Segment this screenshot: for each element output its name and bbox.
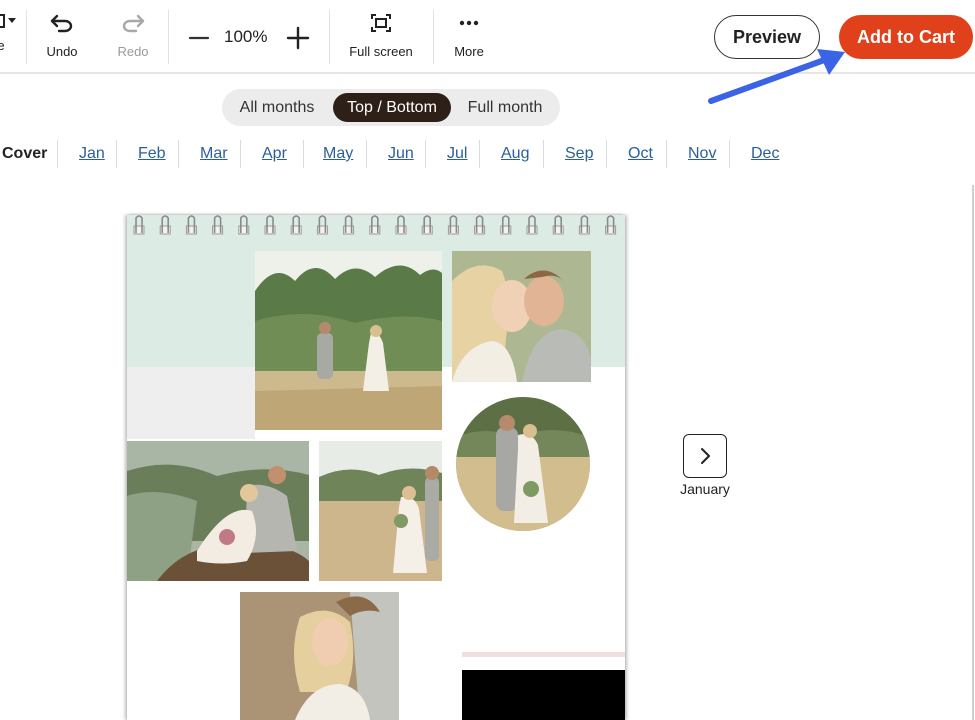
- next-page-button[interactable]: [683, 434, 727, 478]
- redo-button[interactable]: Redo: [108, 0, 158, 72]
- chevron-right-icon: [701, 448, 710, 464]
- plus-icon: [286, 26, 310, 50]
- toolbar-divider: [433, 10, 434, 64]
- month-tab-feb[interactable]: Feb: [138, 145, 166, 163]
- binding-ring: [316, 215, 328, 235]
- couple-closeup-photo-icon: [452, 251, 591, 382]
- zoom-in-button[interactable]: [285, 25, 311, 51]
- more-label: More: [454, 44, 484, 59]
- month-tab-may[interactable]: May: [323, 145, 353, 163]
- photo-slot[interactable]: [456, 397, 590, 531]
- month-divider: [729, 140, 730, 168]
- month-divider: [240, 140, 241, 168]
- binding-ring: [212, 215, 224, 235]
- month-divider: [425, 140, 426, 168]
- photo-slot[interactable]: [319, 441, 442, 581]
- couple-walking-photo-icon: [255, 251, 442, 430]
- month-divider: [57, 140, 58, 168]
- month-tab-cover[interactable]: Cover: [2, 145, 47, 163]
- fullscreen-label: Full screen: [349, 44, 413, 59]
- toolbar-divider: [329, 10, 330, 64]
- binding-ring: [290, 215, 302, 235]
- binding-ring: [500, 215, 512, 235]
- zoom-out-button[interactable]: [186, 26, 212, 50]
- view-option-full-month[interactable]: Full month: [458, 93, 552, 122]
- calendar-page-preview[interactable]: [127, 215, 625, 720]
- binding-ring: [447, 215, 459, 235]
- month-tab-jan[interactable]: Jan: [79, 145, 105, 163]
- binding-ring: [185, 215, 197, 235]
- spiral-binding: [133, 215, 617, 235]
- calendar-text-block: [462, 670, 625, 720]
- undo-label: Undo: [46, 44, 78, 59]
- couple-on-rocks-photo-icon: [127, 441, 309, 581]
- month-tab-dec[interactable]: Dec: [751, 145, 779, 163]
- grey-background-block: [127, 367, 255, 439]
- accent-strip: [462, 652, 625, 657]
- binding-ring: [578, 215, 590, 235]
- month-tab-aug[interactable]: Aug: [501, 145, 529, 163]
- fullscreen-button[interactable]: Full screen: [343, 0, 419, 72]
- binding-ring: [421, 215, 433, 235]
- couple-field-photo-icon: [319, 441, 442, 581]
- photo-slot[interactable]: [240, 592, 399, 720]
- month-divider: [116, 140, 117, 168]
- month-tab-nov[interactable]: Nov: [688, 145, 716, 163]
- canvas-scrollbar[interactable]: [972, 185, 974, 720]
- next-page-label: January: [680, 481, 730, 497]
- undo-icon: [49, 13, 75, 38]
- redo-icon: [120, 13, 146, 38]
- caret-down-icon: [0, 13, 17, 32]
- binding-ring: [526, 215, 538, 235]
- view-option-all-months[interactable]: All months: [228, 93, 326, 122]
- month-divider: [543, 140, 544, 168]
- month-tab-jul[interactable]: Jul: [447, 145, 467, 163]
- redo-label: Redo: [117, 44, 149, 59]
- month-divider: [303, 140, 304, 168]
- toolbar-divider: [26, 10, 27, 64]
- couple-embrace-photo-icon: [240, 592, 399, 720]
- month-tab-sep[interactable]: Sep: [565, 145, 593, 163]
- binding-ring: [159, 215, 171, 235]
- month-divider: [666, 140, 667, 168]
- month-divider: [479, 140, 480, 168]
- partial-tool-label: e: [0, 37, 5, 53]
- month-tab-jun[interactable]: Jun: [388, 145, 414, 163]
- binding-ring: [238, 215, 250, 235]
- binding-ring: [343, 215, 355, 235]
- month-divider: [178, 140, 179, 168]
- more-dots-icon: [458, 13, 480, 38]
- photo-slot[interactable]: [255, 251, 442, 430]
- binding-ring: [474, 215, 486, 235]
- zoom-level: 100%: [224, 27, 268, 46]
- month-divider: [606, 140, 607, 168]
- binding-ring: [133, 215, 145, 235]
- minus-icon: [188, 36, 210, 40]
- undo-button[interactable]: Undo: [37, 0, 87, 72]
- month-tab-apr[interactable]: Apr: [262, 145, 287, 163]
- month-divider: [366, 140, 367, 168]
- binding-ring: [369, 215, 381, 235]
- partial-tool-button[interactable]: e: [0, 0, 20, 72]
- photo-slot[interactable]: [127, 441, 309, 581]
- month-tab-mar[interactable]: Mar: [200, 145, 228, 163]
- more-button[interactable]: More: [446, 0, 492, 72]
- view-option-top-bottom[interactable]: Top / Bottom: [333, 93, 451, 122]
- month-navigation: Cover Jan Feb Mar Apr May Jun Jul Aug Se…: [0, 138, 975, 170]
- preview-button[interactable]: Preview: [714, 15, 820, 59]
- layout-view-toggle: All months Top / Bottom Full month: [222, 89, 560, 126]
- binding-ring: [395, 215, 407, 235]
- add-to-cart-button[interactable]: Add to Cart: [839, 15, 973, 59]
- binding-ring: [552, 215, 564, 235]
- couple-portrait-circle-photo-icon: [456, 397, 590, 531]
- toolbar-divider: [168, 10, 169, 64]
- photo-slot[interactable]: [452, 251, 591, 382]
- binding-ring: [264, 215, 276, 235]
- editor-toolbar: e Undo Redo 100% Full screen More Previe…: [0, 0, 975, 74]
- month-tab-oct[interactable]: Oct: [628, 145, 653, 163]
- binding-ring: [605, 215, 617, 235]
- fullscreen-icon: [370, 13, 392, 38]
